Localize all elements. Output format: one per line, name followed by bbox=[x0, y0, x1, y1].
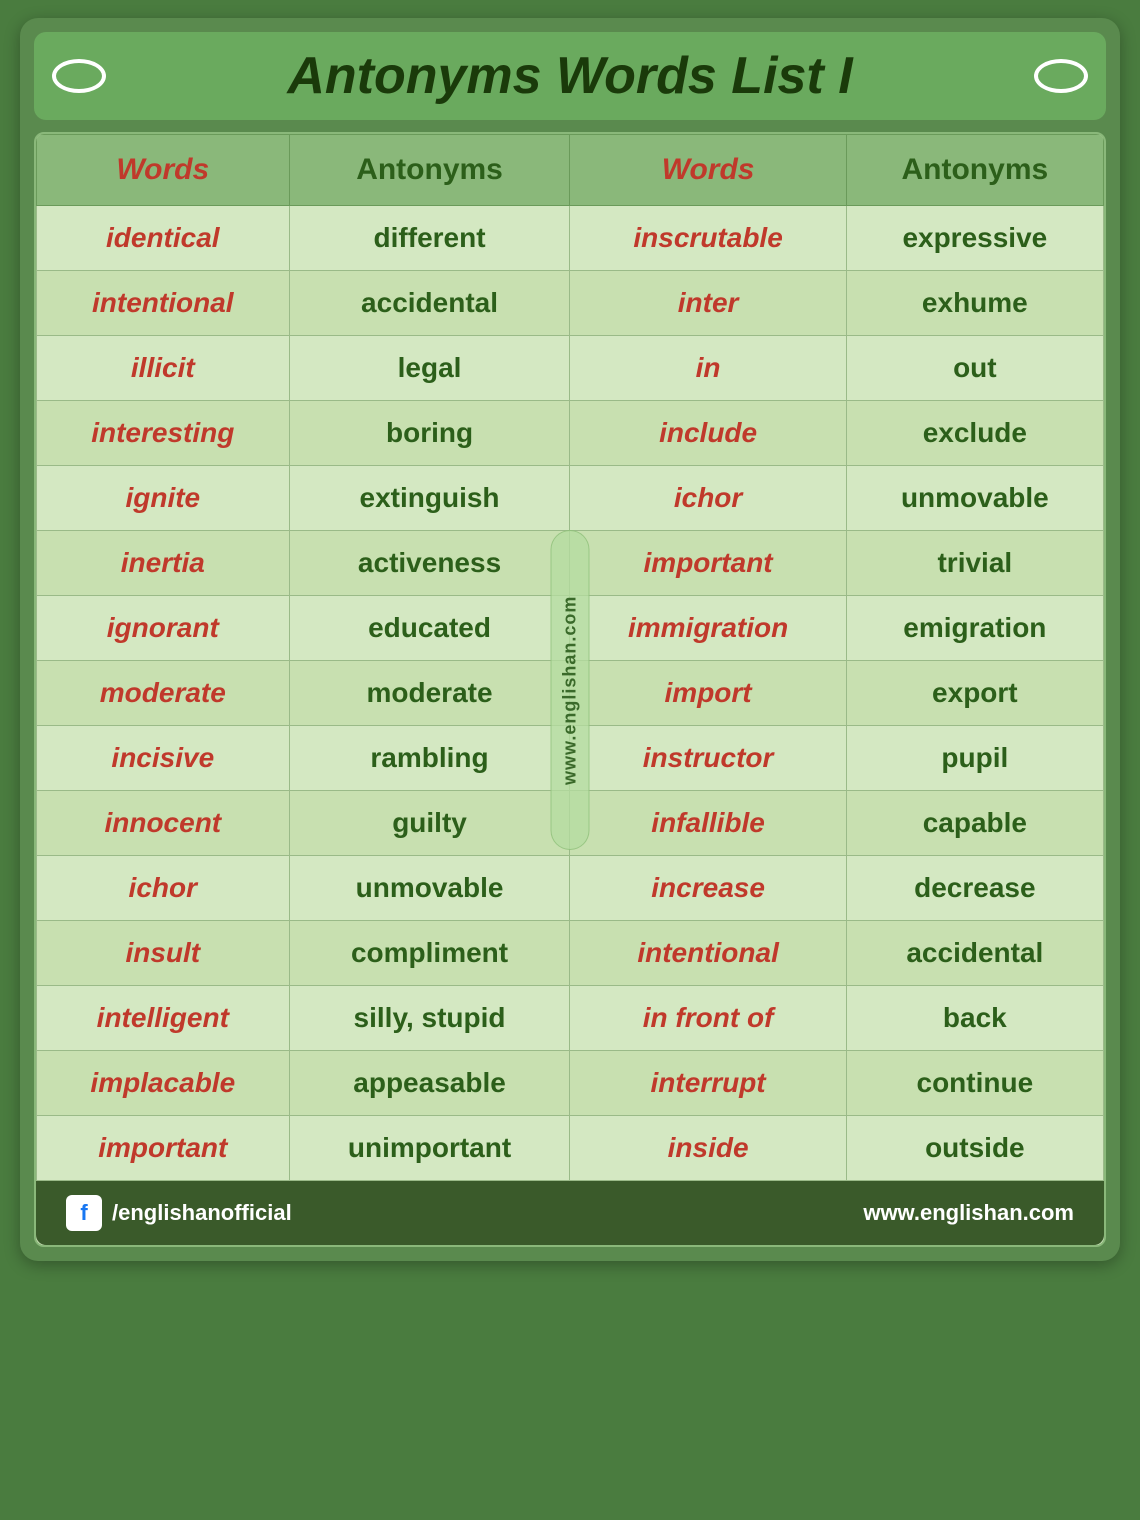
word-cell: inertia bbox=[37, 531, 290, 596]
antonym-cell: unmovable bbox=[289, 856, 570, 921]
footer-website: www.englishan.com bbox=[863, 1200, 1074, 1226]
table-row: innocentguiltyinfalliblecapable bbox=[37, 791, 1104, 856]
word-cell: ignite bbox=[37, 466, 290, 531]
table-row: ichorunmovableincreasedecrease bbox=[37, 856, 1104, 921]
word-cell: immigration bbox=[570, 596, 846, 661]
word-cell: in bbox=[570, 336, 846, 401]
table-row: inertiaactivenessimportanttrivial bbox=[37, 531, 1104, 596]
footer-left: f /englishanofficial bbox=[66, 1195, 292, 1231]
word-cell: inscrutable bbox=[570, 206, 846, 271]
antonym-cell: unmovable bbox=[846, 466, 1103, 531]
word-cell: ichor bbox=[37, 856, 290, 921]
table-row: intentionalaccidentalinterexhume bbox=[37, 271, 1104, 336]
card: Antonyms Words List I Words Antonyms Wor… bbox=[20, 18, 1120, 1261]
table-row: intelligentsilly, stupidin front ofback bbox=[37, 986, 1104, 1051]
page-title: Antonyms Words List I bbox=[287, 46, 852, 106]
facebook-handle: /englishanofficial bbox=[112, 1200, 292, 1226]
word-cell: include bbox=[570, 401, 846, 466]
word-cell: infallible bbox=[570, 791, 846, 856]
antonym-cell: continue bbox=[846, 1051, 1103, 1116]
word-cell: innocent bbox=[37, 791, 290, 856]
facebook-icon: f bbox=[66, 1195, 102, 1231]
antonym-cell: decrease bbox=[846, 856, 1103, 921]
antonym-cell: exclude bbox=[846, 401, 1103, 466]
antonym-cell: unimportant bbox=[289, 1116, 570, 1181]
word-cell: ignorant bbox=[37, 596, 290, 661]
table-wrapper: Words Antonyms Words Antonyms identicald… bbox=[34, 132, 1106, 1247]
antonym-cell: out bbox=[846, 336, 1103, 401]
antonym-cell: rambling bbox=[289, 726, 570, 791]
word-cell: intelligent bbox=[37, 986, 290, 1051]
header-oval-right bbox=[1034, 59, 1088, 93]
word-cell: increase bbox=[570, 856, 846, 921]
col-header-antonyms1: Antonyms bbox=[289, 135, 570, 206]
word-cell: import bbox=[570, 661, 846, 726]
antonym-cell: legal bbox=[289, 336, 570, 401]
table-row: identicaldifferentinscrutableexpressive bbox=[37, 206, 1104, 271]
table-row: ignoranteducatedimmigrationemigration bbox=[37, 596, 1104, 661]
table-row: incisiveramblinginstructorpupil bbox=[37, 726, 1104, 791]
word-cell: identical bbox=[37, 206, 290, 271]
word-cell: incisive bbox=[37, 726, 290, 791]
table-row: insultcomplimentintentionalaccidental bbox=[37, 921, 1104, 986]
word-cell: insult bbox=[37, 921, 290, 986]
antonym-cell: different bbox=[289, 206, 570, 271]
word-cell: interesting bbox=[37, 401, 290, 466]
antonym-cell: extinguish bbox=[289, 466, 570, 531]
header: Antonyms Words List I bbox=[34, 32, 1106, 120]
antonym-cell: activeness bbox=[289, 531, 570, 596]
antonym-cell: emigration bbox=[846, 596, 1103, 661]
antonym-cell: exhume bbox=[846, 271, 1103, 336]
header-oval-left bbox=[52, 59, 106, 93]
antonym-cell: accidental bbox=[289, 271, 570, 336]
antonym-cell: moderate bbox=[289, 661, 570, 726]
col-header-antonyms2: Antonyms bbox=[846, 135, 1103, 206]
word-cell: intentional bbox=[37, 271, 290, 336]
word-cell: inside bbox=[570, 1116, 846, 1181]
word-cell: instructor bbox=[570, 726, 846, 791]
word-cell: intentional bbox=[570, 921, 846, 986]
antonym-cell: capable bbox=[846, 791, 1103, 856]
col-header-words1: Words bbox=[37, 135, 290, 206]
table-row: moderatemoderateimportexport bbox=[37, 661, 1104, 726]
word-cell: illicit bbox=[37, 336, 290, 401]
antonym-cell: outside bbox=[846, 1116, 1103, 1181]
table-header-row: Words Antonyms Words Antonyms bbox=[37, 135, 1104, 206]
word-cell: important bbox=[570, 531, 846, 596]
antonym-cell: boring bbox=[289, 401, 570, 466]
antonym-cell: appeasable bbox=[289, 1051, 570, 1116]
word-cell: inter bbox=[570, 271, 846, 336]
antonym-cell: export bbox=[846, 661, 1103, 726]
footer: f /englishanofficial www.englishan.com bbox=[36, 1181, 1104, 1245]
antonym-cell: pupil bbox=[846, 726, 1103, 791]
antonym-cell: educated bbox=[289, 596, 570, 661]
word-cell: interrupt bbox=[570, 1051, 846, 1116]
word-cell: in front of bbox=[570, 986, 846, 1051]
col-header-words2: Words bbox=[570, 135, 846, 206]
word-cell: moderate bbox=[37, 661, 290, 726]
antonym-cell: expressive bbox=[846, 206, 1103, 271]
word-cell: implacable bbox=[37, 1051, 290, 1116]
antonym-cell: guilty bbox=[289, 791, 570, 856]
word-cell: important bbox=[37, 1116, 290, 1181]
antonym-cell: back bbox=[846, 986, 1103, 1051]
table-row: importantunimportantinsideoutside bbox=[37, 1116, 1104, 1181]
antonym-cell: silly, stupid bbox=[289, 986, 570, 1051]
antonym-cell: trivial bbox=[846, 531, 1103, 596]
table-row: illicitlegalinout bbox=[37, 336, 1104, 401]
antonym-cell: compliment bbox=[289, 921, 570, 986]
antonyms-table: Words Antonyms Words Antonyms identicald… bbox=[36, 134, 1104, 1181]
table-row: implacableappeasableinterruptcontinue bbox=[37, 1051, 1104, 1116]
table-row: interestingboringincludeexclude bbox=[37, 401, 1104, 466]
antonym-cell: accidental bbox=[846, 921, 1103, 986]
table-row: igniteextinguishichorunmovable bbox=[37, 466, 1104, 531]
word-cell: ichor bbox=[570, 466, 846, 531]
